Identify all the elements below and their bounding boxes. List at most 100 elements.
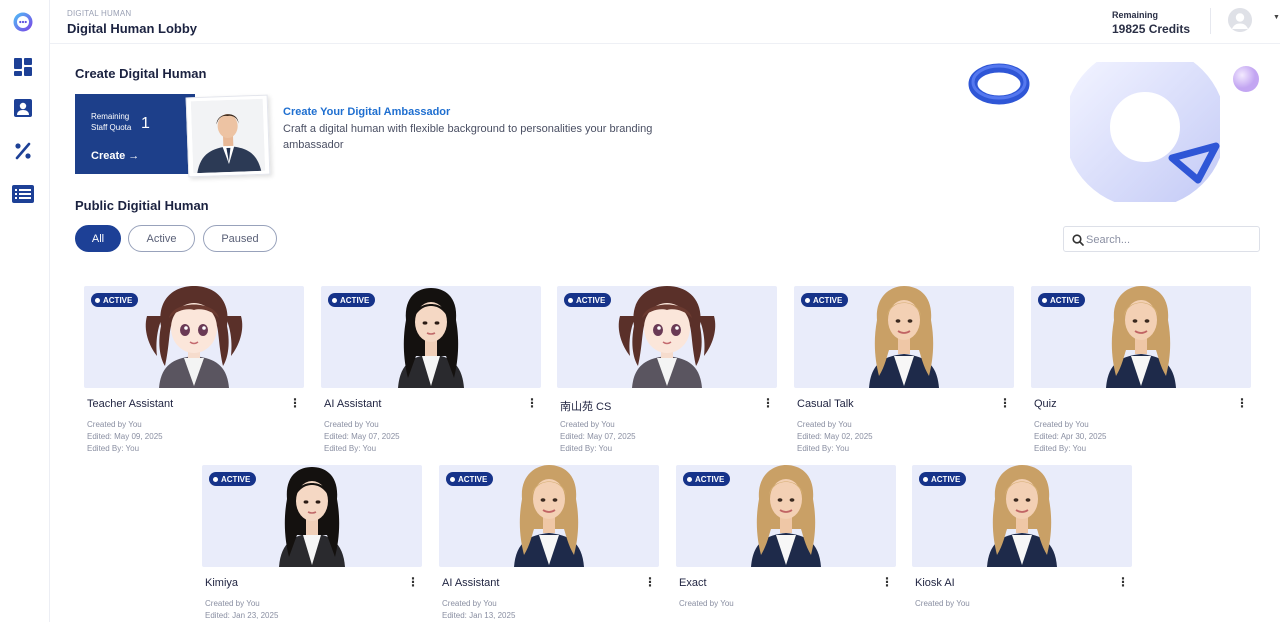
status-badge: ACTIVE (683, 472, 731, 486)
card-name: AI Assistant (324, 398, 382, 410)
card-edited-date: Edited: Jan 13, 2025 (442, 611, 516, 620)
digital-human-card[interactable]: ACTIVE Kiosk AI ⋮ Created by You (912, 465, 1132, 622)
digital-human-card[interactable]: ACTIVE AI Assistant ⋮ Created by You Edi… (321, 286, 541, 466)
more-menu-icon[interactable]: ⋮ (762, 396, 774, 410)
more-menu-icon[interactable]: ⋮ (644, 575, 656, 589)
status-text: ACTIVE (695, 474, 725, 484)
digital-human-card[interactable]: ACTIVE Casual Talk ⋮ Created by You Edit… (794, 286, 1014, 466)
more-menu-icon[interactable]: ⋮ (999, 396, 1011, 410)
percent-icon[interactable] (12, 140, 34, 162)
card-edited-by: Edited By: You (797, 444, 850, 453)
status-text: ACTIVE (221, 474, 251, 484)
avatar-blonde-woman (494, 465, 604, 567)
status-dot-icon (687, 476, 692, 482)
status-badge: ACTIVE (1038, 293, 1086, 307)
more-menu-icon[interactable]: ⋮ (289, 396, 301, 410)
sphere-decoration-icon (1232, 64, 1260, 99)
credits-value: 19825 Credits (1112, 22, 1191, 36)
card-thumbnail: ACTIVE (202, 465, 422, 567)
card-created-by: Created by You (797, 420, 852, 429)
card-created-by: Created by You (87, 420, 142, 429)
card-thumbnail: ACTIVE (1031, 286, 1251, 388)
status-text: ACTIVE (931, 474, 961, 484)
public-section-title: Public Digitial Human (75, 198, 209, 213)
list-icon[interactable] (12, 183, 34, 205)
status-badge: ACTIVE (564, 293, 612, 307)
digital-human-card[interactable]: ACTIVE Exact ⋮ Created by You (676, 465, 896, 622)
card-created-by: Created by You (915, 599, 970, 608)
card-edited-by: Edited By: You (560, 444, 613, 453)
sidebar (0, 0, 50, 622)
status-badge: ACTIVE (328, 293, 376, 307)
card-name: Kimiya (205, 577, 239, 589)
status-dot-icon (450, 476, 455, 482)
avatar-blonde-woman (1086, 286, 1196, 388)
status-dot-icon (213, 476, 218, 482)
card-created-by: Created by You (679, 599, 734, 608)
status-dot-icon (1042, 297, 1047, 303)
filter-active[interactable]: Active (128, 225, 195, 252)
status-dot-icon (568, 297, 573, 303)
ambassador-title-link[interactable]: Create Your Digital Ambassador (283, 106, 450, 118)
avatar-blonde-woman (967, 465, 1077, 567)
ring-decoration-icon (1064, 46, 1226, 208)
status-badge: ACTIVE (209, 472, 257, 486)
filter-all[interactable]: All (75, 225, 121, 252)
status-text: ACTIVE (458, 474, 488, 484)
more-menu-icon[interactable]: ⋮ (881, 575, 893, 589)
ambassador-photo (185, 94, 271, 178)
search-input[interactable] (1086, 231, 1251, 249)
card-created-by: Created by You (442, 599, 497, 608)
card-thumbnail: ACTIVE (912, 465, 1132, 567)
digital-human-card[interactable]: ACTIVE Teacher Assistant ⋮ Created by Yo… (84, 286, 304, 466)
dashboard-icon[interactable] (12, 56, 34, 78)
card-created-by: Created by You (324, 420, 379, 429)
status-dot-icon (805, 297, 810, 303)
filter-paused[interactable]: Paused (203, 225, 277, 252)
status-badge: ACTIVE (446, 472, 494, 486)
card-thumbnail: ACTIVE (321, 286, 541, 388)
create-button[interactable]: Create → (91, 150, 139, 162)
status-text: ACTIVE (103, 295, 133, 305)
top-header: DIGITAL HUMAN Digital Human Lobby Remain… (50, 0, 1280, 44)
app-logo-icon[interactable] (12, 11, 34, 33)
avatar-anime-girl (139, 286, 249, 388)
card-thumbnail: ACTIVE (84, 286, 304, 388)
chevron-down-icon[interactable]: ▼ (1273, 14, 1280, 21)
card-edited-date: Edited: May 09, 2025 (87, 432, 163, 441)
card-name: 南山苑 CS (560, 401, 612, 413)
card-edited-by: Edited By: You (1034, 444, 1087, 453)
card-edited-by: Edited By: You (324, 444, 377, 453)
create-quota-card[interactable]: Remaining Staff Quota 1 Create → (75, 94, 195, 174)
page-title: Digital Human Lobby (67, 21, 197, 36)
card-created-by: Created by You (1034, 420, 1089, 429)
search-icon (1072, 234, 1084, 246)
avatar-blonde-woman (849, 286, 959, 388)
digital-human-card[interactable]: ACTIVE 南山苑 CS ⋮ Created by You Edited: M… (557, 286, 777, 466)
person-card-icon[interactable] (12, 97, 34, 119)
digital-human-card[interactable]: ACTIVE Kimiya ⋮ Created by You Edited: J… (202, 465, 422, 622)
status-badge: ACTIVE (91, 293, 139, 307)
more-menu-icon[interactable]: ⋮ (1117, 575, 1129, 589)
search-box[interactable] (1063, 226, 1260, 252)
status-badge: ACTIVE (801, 293, 849, 307)
more-menu-icon[interactable]: ⋮ (407, 575, 419, 589)
card-thumbnail: ACTIVE (794, 286, 1014, 388)
quota-label: Remaining Staff Quota (91, 112, 132, 132)
card-name: Casual Talk (797, 398, 854, 410)
digital-human-card[interactable]: ACTIVE Quiz ⋮ Created by You Edited: Apr… (1031, 286, 1251, 466)
credits-label: Remaining (1112, 10, 1159, 20)
card-thumbnail: ACTIVE (439, 465, 659, 567)
card-name: Kiosk AI (915, 577, 955, 589)
more-menu-icon[interactable]: ⋮ (1236, 396, 1248, 410)
digital-human-card[interactable]: ACTIVE AI Assistant ⋮ Created by You Edi… (439, 465, 659, 622)
more-menu-icon[interactable]: ⋮ (526, 396, 538, 410)
card-name: Exact (679, 577, 707, 589)
user-avatar[interactable] (1228, 8, 1252, 32)
card-edited-date: Edited: May 07, 2025 (560, 432, 636, 441)
card-edited-date: Edited: May 07, 2025 (324, 432, 400, 441)
card-thumbnail: ACTIVE (557, 286, 777, 388)
card-name: AI Assistant (442, 577, 500, 589)
breadcrumb[interactable]: DIGITAL HUMAN (67, 9, 131, 18)
avatar-anime-girl (612, 286, 722, 388)
